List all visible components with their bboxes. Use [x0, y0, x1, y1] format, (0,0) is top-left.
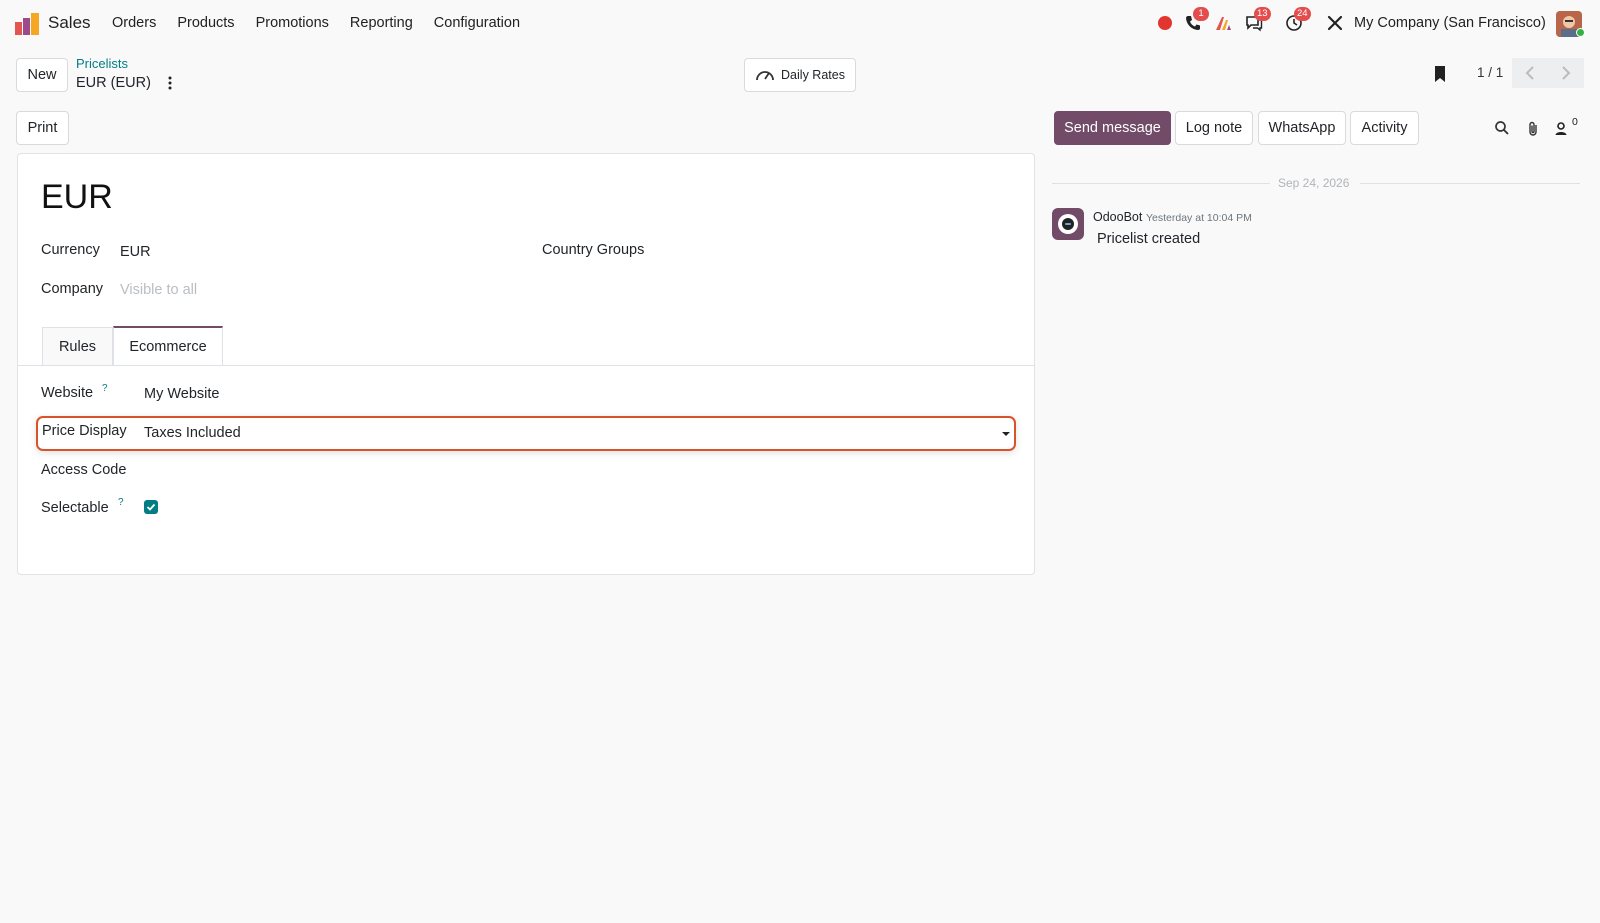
daily-rates-label: Daily Rates [781, 68, 845, 82]
menu-promotions[interactable]: Promotions [256, 15, 329, 31]
bookmark-icon[interactable] [1432, 65, 1448, 83]
chevron-left-icon [1525, 66, 1534, 80]
selectable-checkbox[interactable] [144, 500, 158, 514]
currency-field[interactable]: EUR [120, 244, 151, 260]
record-icon[interactable] [1156, 14, 1174, 32]
currency-label: Currency [41, 242, 100, 258]
print-button[interactable]: Print [16, 111, 69, 145]
menu-products[interactable]: Products [177, 15, 234, 31]
selectable-help-icon[interactable]: ? [118, 497, 124, 508]
chevron-right-icon [1562, 66, 1571, 80]
selectable-label: Selectable [41, 500, 109, 516]
gauge-icon [756, 71, 774, 81]
website-label: Website [41, 385, 94, 401]
messages-icon[interactable]: 13 [1245, 7, 1271, 32]
activity-clock-icon[interactable]: 24 [1285, 7, 1311, 32]
main-menu: Orders Products Promotions Reporting Con… [112, 15, 541, 31]
pager-next-button[interactable] [1548, 58, 1584, 88]
log-note-button[interactable]: Log note [1175, 111, 1253, 145]
message-body: Pricelist created [1097, 231, 1201, 247]
tab-rules[interactable]: Rules [42, 327, 113, 366]
whatsapp-button[interactable]: WhatsApp [1258, 111, 1346, 145]
country-groups-label: Country Groups [542, 242, 645, 258]
menu-orders[interactable]: Orders [112, 15, 156, 31]
activity-button[interactable]: Activity [1350, 111, 1419, 145]
message-timestamp: Yesterday at 10:04 PM [1146, 212, 1252, 224]
daily-rates-button[interactable]: Daily Rates [744, 58, 856, 92]
followers-icon[interactable] [1553, 120, 1571, 138]
pricelist-name-field[interactable]: EUR [41, 178, 113, 217]
ai-assistant-icon[interactable] [1214, 14, 1232, 32]
website-help-icon[interactable]: ? [102, 383, 108, 394]
odoobot-avatar[interactable] [1052, 208, 1084, 240]
company-switcher[interactable]: My Company (San Francisco) [1354, 15, 1546, 31]
check-icon [146, 503, 156, 511]
message-author[interactable]: OdooBot [1093, 210, 1142, 224]
top-navbar: Sales Orders Products Promotions Reporti… [0, 0, 1600, 46]
access-code-label: Access Code [41, 462, 127, 478]
debug-tools-icon[interactable] [1326, 14, 1344, 32]
caret-down-icon[interactable] [1002, 432, 1010, 436]
pager-value[interactable]: 1 / 1 [1477, 65, 1503, 80]
user-status-dot [1576, 28, 1585, 37]
phone-icon[interactable]: 1 [1184, 7, 1209, 32]
price-display-label: Price Display [42, 423, 127, 439]
price-display-select[interactable]: Taxes Included [144, 425, 241, 441]
phone-badge: 1 [1193, 7, 1209, 21]
tabs-divider [17, 365, 1035, 366]
send-message-button[interactable]: Send message [1054, 111, 1171, 145]
paperclip-icon[interactable] [1524, 120, 1542, 138]
tab-ecommerce[interactable]: Ecommerce [113, 326, 223, 366]
company-field[interactable]: Visible to all [120, 282, 197, 298]
message-date: Sep 24, 2026 [1278, 176, 1350, 190]
actions-menu-icon[interactable] [166, 75, 174, 91]
menu-configuration[interactable]: Configuration [434, 15, 520, 31]
messages-badge: 13 [1254, 7, 1271, 21]
app-name[interactable]: Sales [48, 13, 91, 33]
activities-badge: 24 [1294, 7, 1311, 21]
company-label: Company [41, 281, 104, 297]
menu-reporting[interactable]: Reporting [350, 15, 413, 31]
breadcrumb-pricelists[interactable]: Pricelists [76, 56, 128, 71]
website-field[interactable]: My Website [144, 386, 219, 402]
pager-previous-button[interactable] [1512, 58, 1548, 88]
sales-app-icon[interactable] [15, 13, 39, 35]
new-button[interactable]: New [16, 58, 68, 92]
breadcrumb-current: EUR (EUR) [76, 75, 151, 91]
search-icon[interactable] [1493, 119, 1511, 137]
followers-count: 0 [1572, 116, 1578, 128]
date-separator-right [1360, 183, 1580, 184]
date-separator-left [1052, 183, 1270, 184]
